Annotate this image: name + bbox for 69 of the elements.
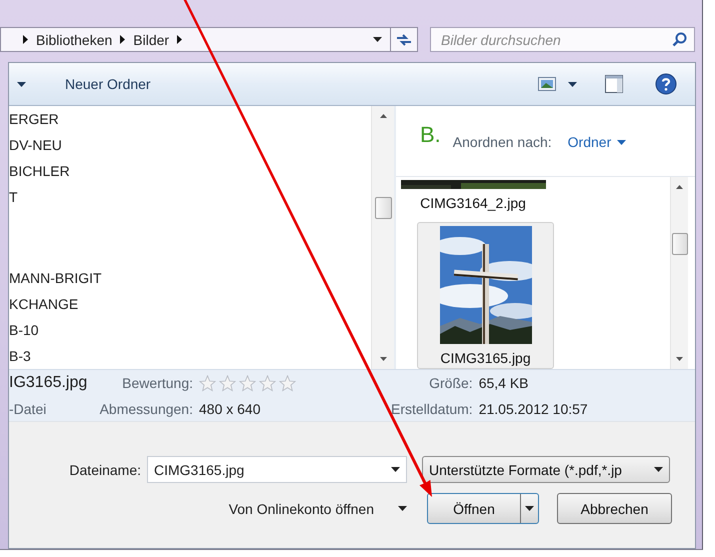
detail-label: Größe: — [428, 375, 474, 391]
address-bar[interactable]: Bibliotheken Bilder — [0, 27, 390, 52]
pane-icon — [605, 75, 623, 93]
scrollbar-thumb[interactable] — [672, 233, 688, 255]
detail-label: Bewertung: — [121, 375, 194, 391]
view-icon — [538, 77, 556, 91]
caret-icon — [525, 506, 534, 511]
cancel-button[interactable]: Abbrechen — [557, 493, 672, 524]
breadcrumb-item[interactable]: Bilder — [133, 32, 170, 48]
folder-item[interactable]: ERGER — [9, 110, 59, 127]
scroll-down-icon[interactable] — [676, 357, 683, 361]
folder-item[interactable]: B-10 — [9, 322, 39, 338]
folder-item[interactable]: DV-NEU — [9, 136, 62, 153]
history-dropdown[interactable] — [373, 37, 382, 42]
folder-item[interactable]: MANN-BRIGIT — [9, 270, 102, 286]
caret-icon — [568, 82, 577, 86]
caret-icon — [391, 467, 400, 472]
scroll-down-icon[interactable] — [380, 357, 386, 361]
scroll-up-icon[interactable] — [676, 185, 683, 189]
scroll-up-icon[interactable] — [380, 114, 386, 118]
rating-star-icon[interactable] — [279, 374, 296, 392]
selected-file-name: IG3165.jpg — [9, 374, 88, 392]
search-field[interactable]: Bilder durchsuchen — [430, 27, 695, 52]
help-icon — [655, 73, 677, 95]
preview-pane-button[interactable] — [605, 75, 623, 93]
file-name-label: Dateiname: — [68, 462, 142, 478]
scrollbar[interactable] — [670, 177, 688, 369]
folder-item[interactable]: KCHANGE — [9, 296, 78, 312]
file-type: -Datei — [9, 401, 48, 417]
breadcrumb-arrow-icon — [23, 35, 28, 44]
caret-icon — [398, 506, 407, 511]
help-button[interactable] — [655, 73, 677, 95]
file-type-select[interactable]: Unterstützte Formate (*.pdf,*.jp — [422, 456, 670, 483]
file-name: CIMG3165.jpg — [440, 350, 531, 366]
open-button[interactable]: Öffnen — [427, 493, 539, 524]
arrange-dropdown[interactable]: Ordner — [568, 134, 626, 150]
folder-item[interactable]: BICHLER — [9, 162, 70, 179]
breadcrumb-arrow-icon — [120, 35, 126, 44]
caret-icon — [373, 37, 382, 42]
rating-star-icon[interactable] — [239, 374, 256, 392]
folder-item[interactable]: B-3 — [9, 348, 31, 364]
caret-icon — [16, 82, 26, 86]
search-icon — [672, 32, 687, 47]
detail-value: 65,4 KB — [478, 375, 530, 391]
new-folder-button[interactable]: Neuer Ordner — [59, 72, 157, 96]
refresh-button[interactable] — [390, 27, 418, 52]
detail-label: Erstelldatum: — [391, 401, 474, 417]
scrollbar-thumb[interactable] — [374, 197, 392, 219]
rating-star-icon[interactable] — [259, 374, 276, 392]
file-tile[interactable]: CIMG3164_2.jpg — [399, 179, 547, 214]
detail-value: 21.05.2012 10:57 — [478, 401, 589, 417]
detail-value: 480 x 640 — [199, 401, 262, 417]
breadcrumb-item[interactable]: Bibliotheken — [36, 32, 112, 48]
online-open-button[interactable]: Von Onlinekonto öffnen — [228, 500, 407, 516]
breadcrumb-arrow-icon — [177, 35, 182, 44]
folder-item[interactable]: T — [9, 188, 18, 205]
file-name-field[interactable]: CIMG3165.jpg — [147, 456, 407, 483]
scrollbar[interactable] — [371, 106, 394, 369]
rating-star-icon[interactable] — [199, 374, 216, 392]
caret-icon — [617, 140, 626, 144]
library-initial: B. — [420, 124, 441, 146]
caret-icon — [654, 467, 663, 472]
file-tile[interactable]: CIMG3165.jpg — [417, 222, 554, 369]
refresh-icon — [396, 32, 412, 46]
arrange-label: Anordnen nach: — [452, 134, 552, 150]
rating-star-icon[interactable] — [219, 374, 236, 392]
file-name: CIMG3164_2.jpg — [420, 195, 526, 211]
detail-label: Abmessungen: — [99, 401, 194, 417]
view-button[interactable] — [538, 77, 577, 91]
